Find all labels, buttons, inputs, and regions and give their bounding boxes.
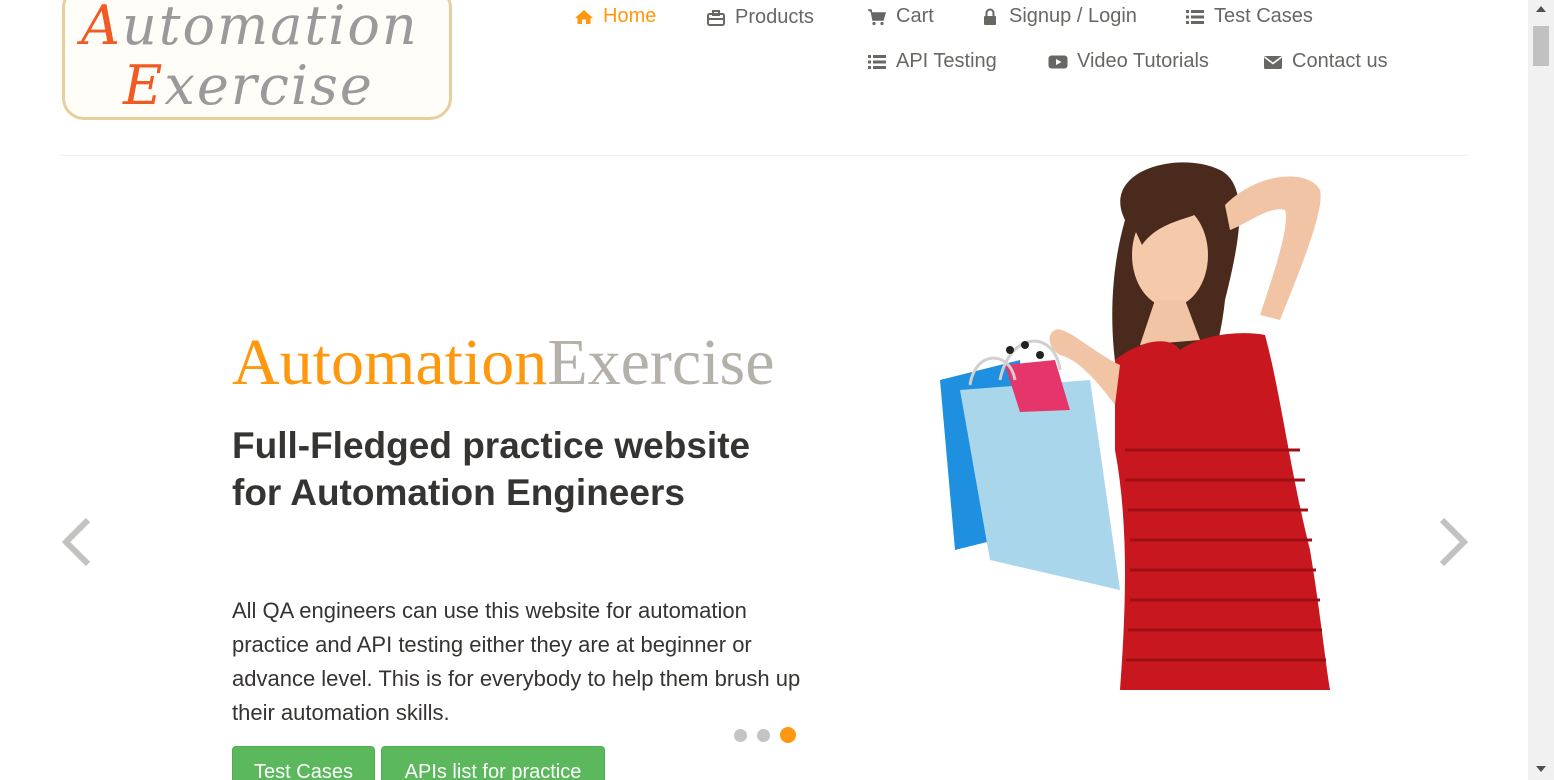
nav-signup-login-label: Signup / Login bbox=[1009, 5, 1137, 27]
carousel-indicators bbox=[734, 727, 796, 743]
hero-image bbox=[940, 162, 1330, 690]
home-icon bbox=[574, 7, 594, 27]
hero-brand-automation: Automation bbox=[232, 326, 548, 399]
nav-products[interactable]: Products bbox=[706, 6, 814, 29]
youtube-play-icon bbox=[1048, 52, 1068, 72]
nav-contact-us-label: Contact us bbox=[1292, 50, 1388, 72]
list-icon bbox=[1185, 7, 1205, 27]
chevron-left-icon bbox=[61, 517, 91, 567]
nav-home[interactable]: Home bbox=[574, 5, 656, 28]
cart-icon bbox=[867, 7, 887, 27]
logo-cap-a: A bbox=[81, 0, 122, 57]
lock-icon bbox=[980, 7, 1000, 27]
carousel-dot-3[interactable] bbox=[780, 727, 796, 743]
nav-video-tutorials[interactable]: Video Tutorials bbox=[1048, 50, 1209, 73]
logo-cap-e: E bbox=[123, 54, 165, 117]
nav-test-cases-label: Test Cases bbox=[1214, 5, 1313, 27]
nav-api-testing-label: API Testing bbox=[896, 50, 997, 72]
envelope-icon bbox=[1263, 52, 1283, 72]
nav-test-cases[interactable]: Test Cases bbox=[1185, 5, 1313, 28]
list-icon bbox=[867, 52, 887, 72]
carousel-dot-2[interactable] bbox=[757, 728, 770, 742]
hero-description: All QA engineers can use this website fo… bbox=[232, 598, 801, 725]
logo-word-automation: utomation bbox=[122, 0, 419, 57]
scroll-thumb[interactable] bbox=[1533, 26, 1549, 66]
page: Automation Exercise Home Products Cart S… bbox=[0, 0, 1528, 780]
nav-home-label: Home bbox=[603, 5, 657, 27]
apis-list-button[interactable]: APIs list for practice bbox=[381, 746, 605, 780]
briefcase-icon bbox=[706, 8, 726, 28]
nav-cart[interactable]: Cart bbox=[867, 5, 934, 28]
hero-brand-exercise: Exercise bbox=[547, 326, 775, 399]
logo-word-exercise: xercise bbox=[164, 54, 374, 117]
nav-contact-us[interactable]: Contact us bbox=[1263, 50, 1388, 73]
hero-brand-title: AutomationExercise bbox=[232, 330, 775, 396]
nav-products-label: Products bbox=[735, 6, 814, 28]
scroll-up-arrow-icon[interactable] bbox=[1536, 6, 1546, 12]
site-logo[interactable]: Automation Exercise bbox=[62, 0, 452, 120]
nav-api-testing[interactable]: API Testing bbox=[867, 50, 997, 73]
scroll-down-arrow-icon[interactable] bbox=[1536, 766, 1546, 772]
hero-heading: Full-Fledged practice website for Automa… bbox=[232, 425, 751, 513]
carousel-dot-1[interactable] bbox=[734, 728, 747, 742]
nav-video-tutorials-label: Video Tutorials bbox=[1077, 50, 1209, 72]
test-cases-button[interactable]: Test Cases bbox=[232, 746, 375, 780]
carousel-prev-button[interactable] bbox=[58, 512, 98, 572]
nav-signup-login[interactable]: Signup / Login bbox=[980, 5, 1137, 28]
nav-cart-label: Cart bbox=[896, 5, 934, 27]
vertical-scrollbar[interactable] bbox=[1528, 0, 1554, 780]
